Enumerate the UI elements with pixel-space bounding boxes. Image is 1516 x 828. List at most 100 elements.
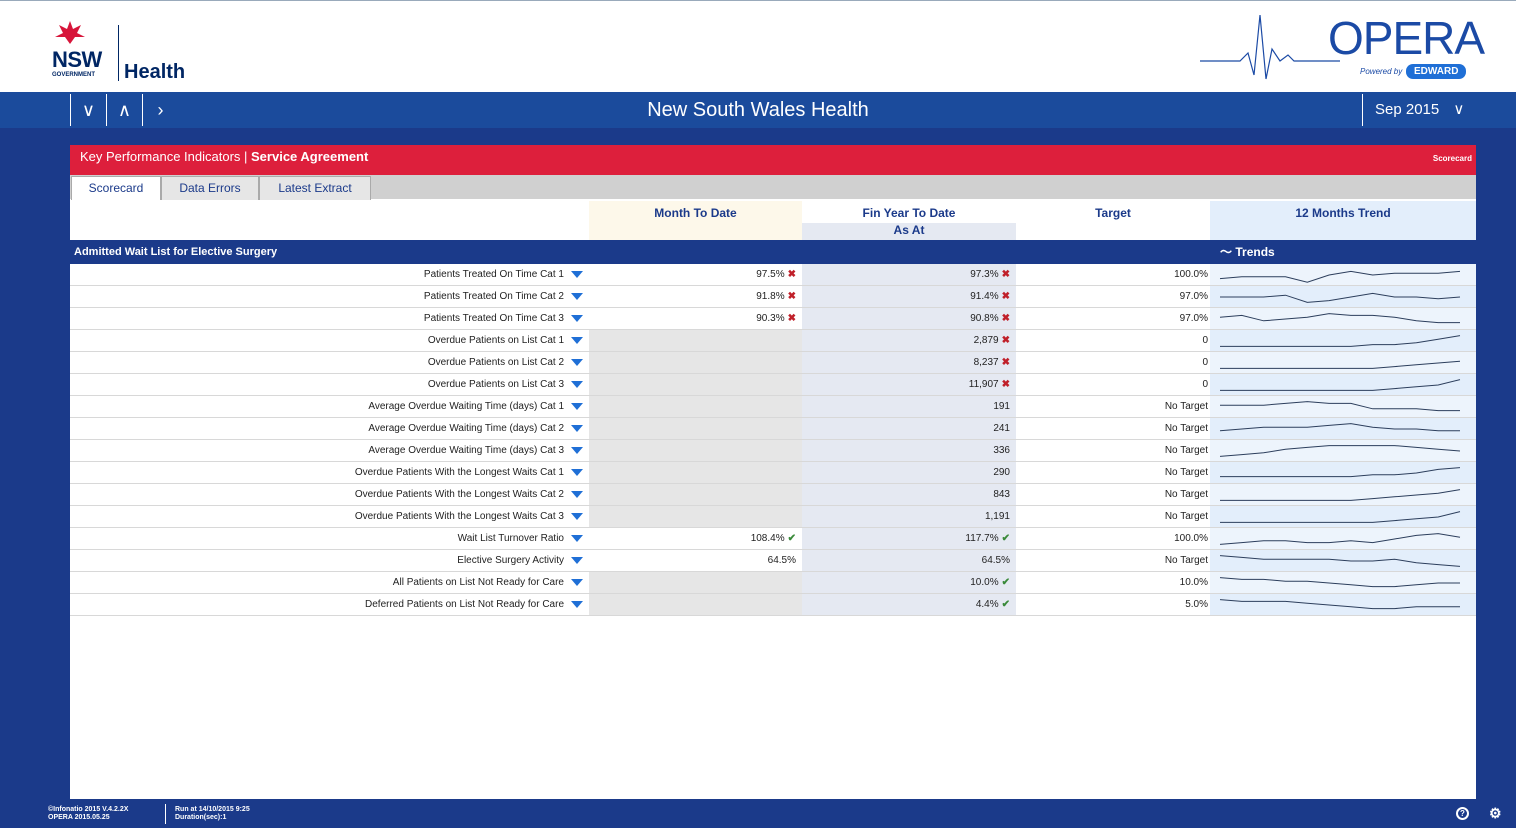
kpi-dropdown[interactable] (568, 462, 588, 483)
column-header-mtd: Month To Date (589, 201, 802, 241)
kpi-label: Average Overdue Waiting Time (days) Cat … (368, 445, 564, 456)
sparkline-chart (1219, 313, 1460, 324)
kpi-dropdown[interactable] (568, 330, 588, 351)
kpi-month-to-date: 64.5% (589, 550, 802, 571)
kpi-dropdown[interactable] (568, 352, 588, 373)
column-header-ytd: Fin Year To Date As At (802, 201, 1016, 241)
kpi-row: Elective Surgery Activity 64.5% 64.5% No Ta… (70, 550, 1476, 572)
powered-by-text: Powered by (1360, 67, 1403, 76)
kpi-dropdown[interactable] (568, 308, 588, 329)
kpi-label: Average Overdue Waiting Time (days) Cat … (368, 423, 564, 434)
nsw-government-text: GOVERNMENT (52, 72, 96, 78)
sparkline-chart (1219, 555, 1461, 567)
kpi-trend-sparkline (1210, 462, 1476, 483)
kpi-label: Overdue Patients on List Cat 1 (427, 335, 564, 346)
sparkline-line (1219, 599, 1460, 610)
organisation-title: New South Wales Health (647, 99, 869, 121)
opera-version-text: OPERA 2015.05.25 (48, 814, 110, 821)
gear-icon[interactable]: ⚙ (1489, 805, 1502, 822)
kpi-row: Overdue Patients on List Cat 3 11,907 ✖ 0 (70, 374, 1476, 396)
kpi-dropdown[interactable] (568, 396, 588, 417)
kpi-dropdown[interactable] (568, 506, 588, 527)
kpi-target: 97.0% (1179, 313, 1208, 324)
kpi-fin-year-to-date: 4.4% ✔ (802, 594, 1016, 615)
kpi-month-to-date: 97.5% ✖ (589, 264, 802, 285)
help-icon[interactable]: ? (1456, 807, 1469, 820)
kpi-dropdown[interactable] (568, 264, 588, 285)
kpi-row: Overdue Patients on List Cat 1 2,879 ✖ 0 (70, 330, 1476, 352)
kpi-dropdown[interactable] (568, 374, 588, 395)
kpi-target: 10.0% (1179, 577, 1208, 588)
kpi-fin-year-to-date: 97.3% ✖ (802, 264, 1016, 285)
sparkline-chart (1220, 360, 1461, 369)
kpi-dropdown[interactable] (568, 484, 588, 505)
kpi-month-to-date (589, 594, 802, 615)
kpi-trend-sparkline (1210, 330, 1476, 351)
kpi-dropdown[interactable] (568, 440, 588, 461)
sparkline-line (1219, 423, 1460, 432)
kpi-fin-year-to-date: 2,879 ✖ (802, 330, 1016, 351)
kpi-dropdown[interactable] (568, 286, 588, 307)
sparkline-line (1219, 555, 1461, 567)
kpi-target: 0 (1202, 379, 1208, 390)
caret-down-icon (571, 359, 583, 366)
fail-cross-icon: ✖ (787, 269, 796, 280)
kpi-row: Overdue Patients With the Longest Waits … (70, 484, 1476, 506)
kpi-row: Patients Treated On Time Cat 2 91.8% ✖ 91.4… (70, 286, 1476, 308)
kpi-label: Elective Surgery Activity (457, 555, 564, 566)
kpi-label: Overdue Patients With the Longest Waits … (354, 511, 564, 522)
period-selector[interactable]: Sep 2015 ∨ (1362, 94, 1476, 126)
kpi-dropdown[interactable] (568, 528, 588, 549)
kpi-label: Overdue Patients on List Cat 3 (427, 379, 564, 390)
kpi-label: Average Overdue Waiting Time (days) Cat … (368, 401, 564, 412)
sparkline-line (1219, 577, 1460, 588)
duration-text: Duration(sec):1 (175, 814, 227, 821)
sparkline-chart (1219, 599, 1460, 610)
kpi-dropdown[interactable] (568, 594, 588, 615)
kpi-target: No Target (1164, 401, 1208, 412)
kpi-row: Overdue Patients With the Longest Waits … (70, 506, 1476, 528)
tab-bar: Scorecard Data Errors Latest Extract (70, 175, 1476, 200)
scorecard-badge: Scorecard (1432, 154, 1472, 163)
sparkline-chart (1220, 401, 1460, 412)
sparkline-line (1220, 511, 1461, 523)
column-header-trend: 12 Months Trend (1210, 201, 1476, 241)
sparkline-line (1220, 379, 1461, 391)
kpi-dropdown[interactable] (568, 550, 588, 571)
sparkline-chart (1219, 445, 1461, 457)
kpi-label: Deferred Patients on List Not Ready for … (365, 599, 564, 610)
tab-latest-extract[interactable]: Latest Extract (259, 176, 371, 200)
kpi-month-to-date (589, 484, 802, 505)
kpi-fin-year-to-date: 117.7% ✔ (802, 528, 1016, 549)
kpi-row: Wait List Turnover Ratio 108.4% ✔ 117.7% ✔ 10… (70, 528, 1476, 550)
trend-line-icon: 〜 (1220, 245, 1233, 259)
panel-title-bar: Key Performance Indicators | Service Agr… (70, 145, 1476, 175)
top-header: NSW GOVERNMENT Health OPERA Powered by E… (0, 0, 1516, 92)
kpi-fin-year-to-date: 91.4% ✖ (802, 286, 1016, 307)
kpi-target: 100.0% (1174, 269, 1208, 280)
caret-down-icon (571, 447, 583, 454)
sparkline-line (1220, 467, 1461, 478)
kpi-trend-sparkline (1210, 286, 1476, 307)
kpi-trend-sparkline (1210, 396, 1476, 417)
kpi-dropdown[interactable] (568, 572, 588, 593)
kpi-trend-sparkline (1210, 528, 1476, 549)
section-title: Admitted Wait List for Elective Surgery (74, 246, 278, 258)
kpi-dropdown[interactable] (568, 418, 588, 439)
panel-title-prefix: Key Performance Indicators | (80, 149, 252, 164)
copyright-text: ©Infonatio 2015 V.4.2.2X (48, 806, 129, 813)
caret-down-icon (571, 513, 583, 520)
trends-toggle[interactable]: 〜 Trends (1220, 240, 1275, 264)
kpi-row: Average Overdue Waiting Time (days) Cat … (70, 418, 1476, 440)
pass-check-icon: ✔ (1001, 577, 1010, 588)
column-header-ytd-sub: As At (802, 223, 1016, 240)
tab-scorecard[interactable]: Scorecard (71, 176, 161, 200)
kpi-fin-year-to-date: 10.0% ✔ (802, 572, 1016, 593)
sparkline-line (1220, 335, 1461, 347)
kpi-trend-sparkline (1210, 484, 1476, 505)
nsw-health-logo: NSW GOVERNMENT Health (52, 19, 202, 85)
caret-down-icon (571, 337, 583, 344)
sparkline-chart (1220, 489, 1461, 501)
tab-data-errors[interactable]: Data Errors (161, 176, 259, 200)
kpi-label: All Patients on List Not Ready for Care (392, 577, 564, 588)
